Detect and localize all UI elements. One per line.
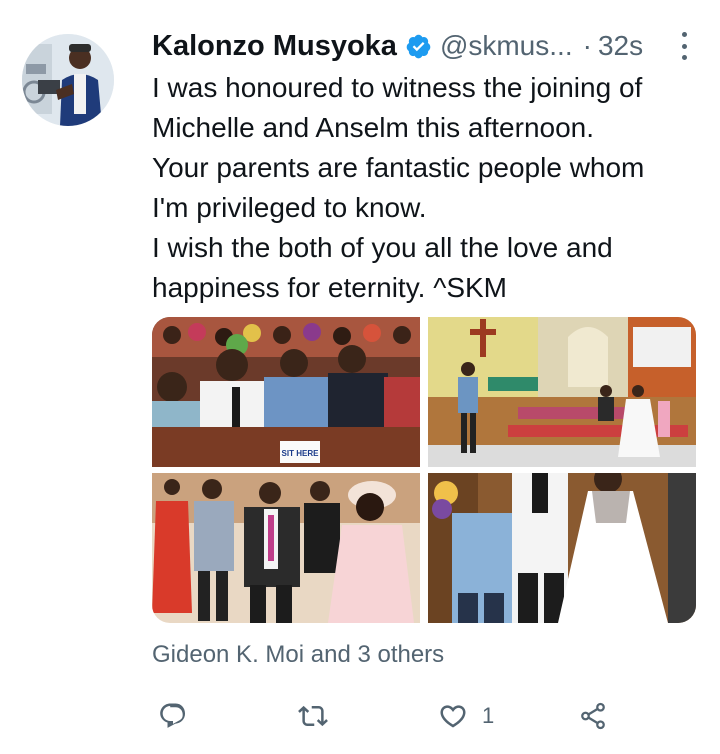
author-handle[interactable]: @skmus... <box>440 30 573 62</box>
photo-procession[interactable] <box>152 473 420 623</box>
verified-badge-icon <box>406 34 431 58</box>
like-count: 1 <box>482 703 495 728</box>
tweet-text: I was honoured to witness the joining of… <box>152 68 700 308</box>
photo-congregation[interactable]: SIT HERE <box>152 317 420 467</box>
retweet-button[interactable] <box>298 696 328 736</box>
tweet-text-line: Your parents are fantastic people whom <box>152 152 645 183</box>
more-options-icon[interactable] <box>678 32 690 60</box>
media-grid: SIT HERE <box>152 317 696 623</box>
reply-icon <box>160 703 186 728</box>
photo-church-altar[interactable] <box>428 317 696 467</box>
tweet-text-line: I was honoured to witness the joining of <box>152 72 643 103</box>
tweet-text-line: happiness for eternity. ^SKM <box>152 272 508 303</box>
tweet-text-line: Michelle and Anselm this afternoon. <box>152 112 595 143</box>
retweet-icon <box>298 705 328 727</box>
tweet-text-line: I'm privileged to know. <box>152 192 427 223</box>
separator-dot: · <box>582 30 592 61</box>
action-bar: 1 <box>152 696 620 736</box>
like-icon <box>440 705 466 728</box>
like-button[interactable]: 1 <box>438 696 494 736</box>
share-button[interactable] <box>578 696 608 736</box>
reply-button[interactable] <box>158 696 188 736</box>
timestamp[interactable]: 32s <box>598 30 643 62</box>
photo-bride-and-groom[interactable] <box>428 473 696 623</box>
avatar-image <box>22 34 114 126</box>
tweet-header: Kalonzo Musyoka @skmus... · 32s <box>152 26 690 66</box>
share-icon <box>581 702 605 730</box>
sit-here-sign: SIT HERE <box>282 449 320 458</box>
author-name[interactable]: Kalonzo Musyoka <box>152 30 397 63</box>
avatar[interactable] <box>22 34 114 126</box>
liked-by-text[interactable]: Gideon K. Moi and 3 others <box>152 641 444 669</box>
tweet-text-line: I wish the both of you all the love and <box>152 232 613 263</box>
